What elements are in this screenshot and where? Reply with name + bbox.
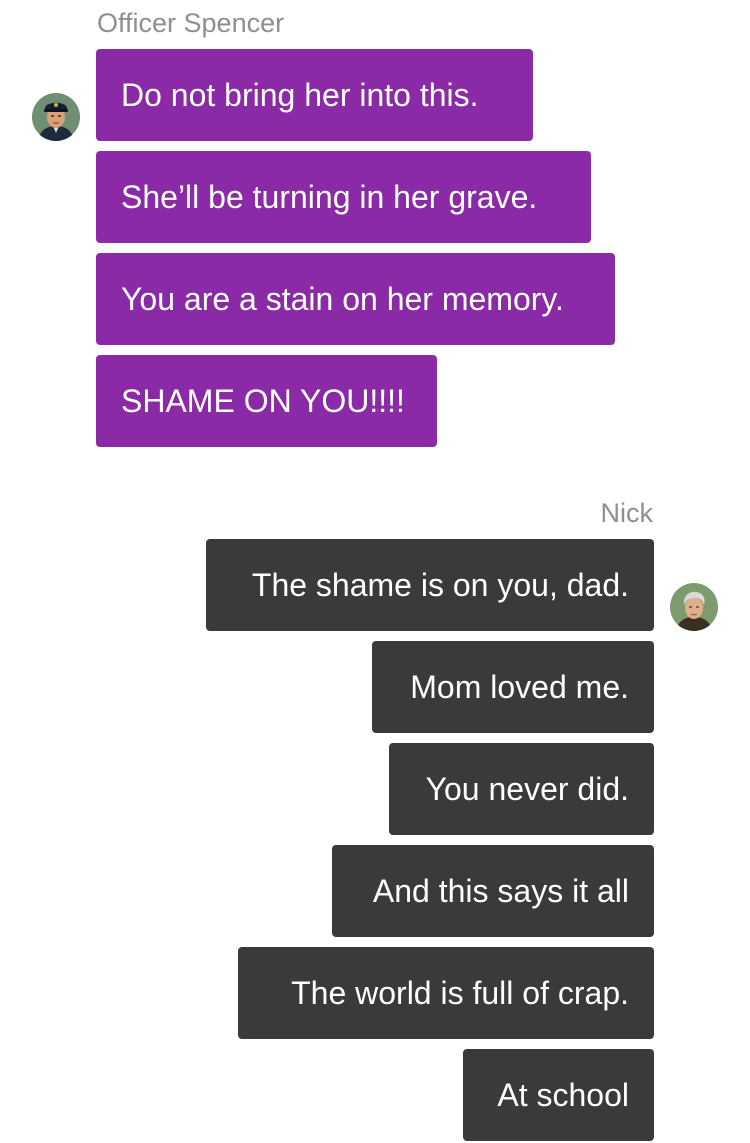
police-officer-avatar-icon (32, 93, 80, 141)
message-bubble-incoming[interactable]: Do not bring her into this. (96, 49, 533, 141)
sender-name-officer-spencer: Officer Spencer (97, 8, 285, 38)
message-bubble-outgoing[interactable]: And this says it all (332, 845, 654, 937)
message-bubble-outgoing[interactable]: The shame is on you, dad. (206, 539, 654, 631)
message-bubble-incoming[interactable]: SHAME ON YOU!!!! (96, 355, 437, 447)
gray-haired-man-avatar-icon (670, 583, 718, 631)
message-bubble-incoming[interactable]: You are a stain on her memory. (96, 253, 615, 345)
message-bubble-incoming[interactable]: She’ll be turning in her grave. (96, 151, 591, 243)
message-bubble-outgoing[interactable]: The world is full of crap. (238, 947, 654, 1039)
message-bubble-outgoing[interactable]: At school (463, 1049, 654, 1141)
nick-avatar[interactable] (670, 583, 718, 631)
officer-spencer-avatar[interactable] (32, 93, 80, 141)
message-bubble-outgoing[interactable]: Mom loved me. (372, 641, 654, 733)
sender-name-nick: Nick (600, 498, 654, 528)
message-bubble-outgoing[interactable]: You never did. (389, 743, 654, 835)
